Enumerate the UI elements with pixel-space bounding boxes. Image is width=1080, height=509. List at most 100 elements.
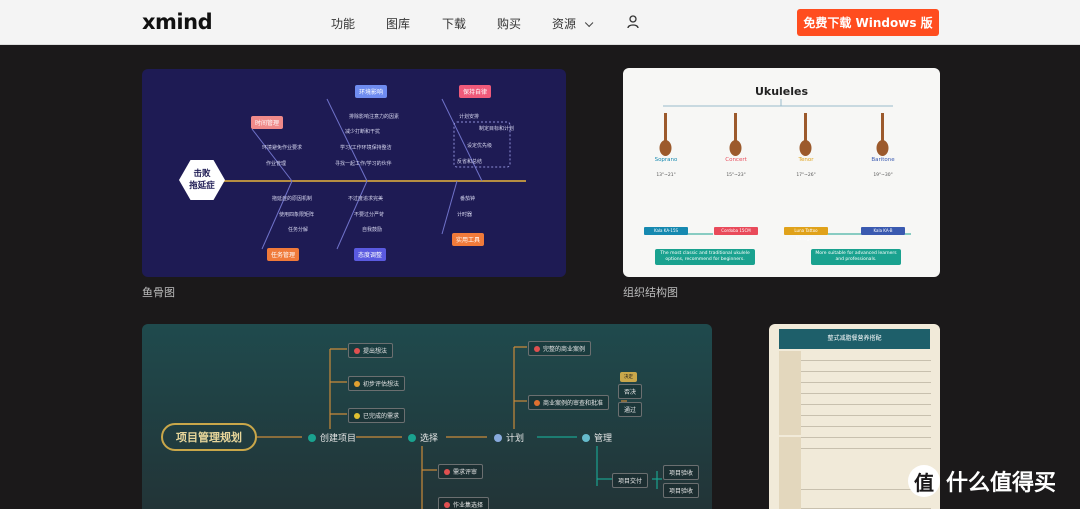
xmind-logo[interactable]: xmind [142,10,213,34]
priority-icon [354,380,360,387]
table-row [801,439,931,449]
nav-buy[interactable]: 购买 [497,15,521,32]
fishbone-item: 计划安排 [459,114,480,120]
manage-item: 项目验收 [663,483,700,498]
table-row [801,351,931,361]
nav-features[interactable]: 功能 [331,15,355,32]
project-node-plan: 计划 [494,431,524,444]
project-management-template-card[interactable]: 创建项目 选择 计划 管理 提出想法 初步评估想法 已完成的需求 完整的商业案例… [142,324,712,509]
ukulele-type-name: Tenor [798,157,814,163]
fishbone-item: 排除影响注意力的因素 [349,114,400,120]
project-node-select: 选择 [408,431,438,444]
ukulele-range: 17"~26" [796,173,816,178]
fishbone-item: 自我鼓励 [362,227,383,233]
priority-icon [354,412,360,419]
fishbone-item: 拖延症的原因机制 [272,196,313,202]
ukulele-type-name: Concert [725,157,747,163]
case-item-label: 完整的商业案例 [543,346,586,353]
fishbone-item: 制定目标和计划 [479,126,515,132]
project-node-label: 管理 [594,434,613,444]
fishbone-caption[interactable]: 鱼骨图 [142,284,175,300]
idea-item-label: 初步评估想法 [363,381,400,388]
idea-item: 提出想法 [348,343,394,358]
user-icon[interactable] [627,15,639,29]
ukulele-range: 13"~21" [656,173,676,178]
ukulele-model-tag: Cordoba 15CM [714,227,758,235]
table-row [801,417,931,427]
bottom-item-label: 作业集选择 [453,502,484,509]
fishbone-item: 不要过分严苛 [354,212,385,218]
download-windows-button[interactable]: 免费下载 Windows 版 [797,9,939,36]
ukulele-note: The most classic and traditional ukulele… [655,249,755,265]
fishbone-box-attitude: 态度调整 [354,248,387,261]
manage-item: 项目交付 [612,473,649,488]
fishbone-item: 设定优先级 [467,143,493,149]
priority-icon [534,399,540,406]
case-item-label: 商业案例的审查和批准 [543,400,604,407]
case-item: 商业案例的审查和批准 [528,395,610,410]
nav-resources[interactable]: 资源 [552,15,594,32]
ukulele-model-tag: Kala KA-B [861,227,905,235]
priority-icon [444,468,450,475]
decision-approve: 通过 [618,402,643,417]
table-side-cell [779,437,801,509]
half-circle-icon [494,433,502,442]
priority-icon [444,501,450,508]
table-row [801,362,931,372]
watermark-text: 什么值得买 [946,471,1057,496]
fishbone-item: 计时器 [457,212,473,218]
ukulele-range: 15"~23" [726,173,746,178]
ukulele-note: More suitable for advanced learners and … [811,249,901,265]
nav-resources-label: 资源 [552,17,577,31]
table-row [801,428,931,438]
nav-gallery[interactable]: 图库 [386,15,410,32]
check-icon [408,433,416,442]
fishbone-box-time: 时间管理 [251,116,284,129]
idea-item: 初步评估想法 [348,376,406,391]
watermark: 值 什么值得买 [908,465,1056,497]
smzdm-logo-icon: 值 [908,465,940,497]
ukulele-model-tag: Luna Tattoo Mahogany [784,227,828,241]
case-item: 完整的商业案例 [528,341,592,356]
arrow-icon [582,433,590,442]
decision-label: 决定 [620,372,637,382]
fishbone-item: 学习/工作环境保持整洁 [340,145,392,151]
idea-item: 已完成的需求 [348,408,406,423]
project-node-label: 创建项目 [320,434,357,444]
diet-table-title: 整式减脂餐营养搭配 [779,329,930,349]
bottom-item-label: 需求评审 [453,469,478,476]
fishbone-item: 寻找一起工作/学习的伙伴 [335,161,392,167]
bottom-item: 需求评审 [438,464,484,479]
top-navigation-bar: xmind 功能 图库 下载 购买 资源 免费下载 Windows 版 [0,0,1080,45]
check-icon [308,433,316,442]
fishbone-item: 环境避免作业要求 [262,145,303,151]
priority-icon [354,347,360,354]
idea-item-label: 已完成的需求 [363,413,400,420]
fishbone-box-tools: 实用工具 [452,233,485,246]
fishbone-box-task: 任务管理 [267,248,300,261]
fishbone-item: 使用四象限矩阵 [279,212,315,218]
idea-item-label: 提出想法 [363,348,388,355]
table-side-cell [779,351,801,435]
fishbone-box-discipline: 保持自律 [459,85,492,98]
project-node-label: 计划 [506,434,525,444]
fishbone-item: 作业管理 [266,161,287,167]
org-chart-template-card[interactable]: Ukuleles Soprano Concert Tenor Baritone … [623,68,940,277]
decision-reject: 否决 [618,384,643,399]
org-chart-caption[interactable]: 组织结构图 [623,284,678,300]
priority-icon [534,345,540,352]
manage-item: 项目验收 [663,465,700,480]
project-root-node: 项目管理规划 [161,423,257,451]
table-row [801,384,931,394]
fishbone-item: 减少打断和干扰 [345,129,381,135]
fishbone-item: 不过度追求完美 [348,196,384,202]
project-node-label: 选择 [420,434,439,444]
nav-download[interactable]: 下载 [442,15,466,32]
ukulele-type-name: Soprano [654,157,678,163]
bottom-item: 作业集选择 [438,497,490,509]
fishbone-item: 反省和总结 [457,159,483,165]
fishbone-item: 番茄钟 [460,196,476,202]
chevron-down-icon [584,18,594,28]
table-row [801,395,931,405]
project-node-manage: 管理 [582,431,612,444]
